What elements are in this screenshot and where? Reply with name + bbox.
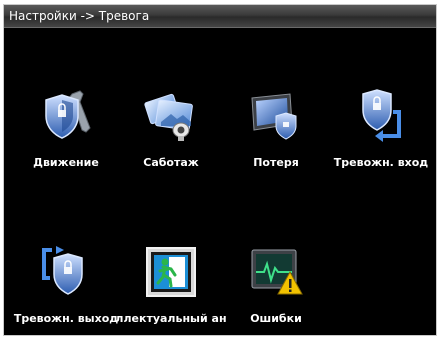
menu-item-tamper[interactable]: Саботаж	[119, 86, 223, 172]
menu-item-label: Движение	[33, 156, 99, 169]
exit-runner-icon	[141, 242, 201, 302]
menu-item-motion[interactable]: Движение	[14, 86, 118, 172]
shield-input-arrow-icon	[351, 86, 411, 146]
menu-item-label: ллектуальный ан	[115, 312, 227, 325]
menu-item-video-loss[interactable]: Потеря	[224, 86, 328, 172]
menu-item-label: Саботаж	[143, 156, 199, 169]
monitor-shield-icon	[246, 86, 306, 146]
alarm-settings-window: Настройки -> Тревога Движение Саботаж По…	[3, 4, 437, 336]
title-bar: Настройки -> Тревога	[4, 5, 436, 28]
menu-item-label: Тревожн. вход	[333, 156, 429, 169]
alarm-menu-grid: Движение Саботаж Потеря Тревожн. вход Тр…	[4, 28, 436, 335]
heartbeat-warning-icon	[246, 242, 306, 302]
menu-item-alarm-input[interactable]: Тревожн. вход	[329, 86, 433, 172]
menu-item-errors[interactable]: Ошибки	[224, 242, 328, 328]
shield-output-arrow-icon	[36, 242, 96, 302]
shield-wrench-icon	[36, 86, 96, 146]
window-title: Настройки -> Тревога	[9, 9, 150, 23]
camera-cover-icon	[141, 86, 201, 146]
menu-item-label: Ошибки	[250, 312, 302, 325]
menu-item-intelligent-analysis[interactable]: ллектуальный ан	[115, 242, 227, 328]
menu-item-label: Потеря	[253, 156, 299, 169]
menu-item-label: Тревожн. выход	[13, 312, 119, 325]
menu-item-alarm-output[interactable]: Тревожн. выход	[14, 242, 118, 328]
